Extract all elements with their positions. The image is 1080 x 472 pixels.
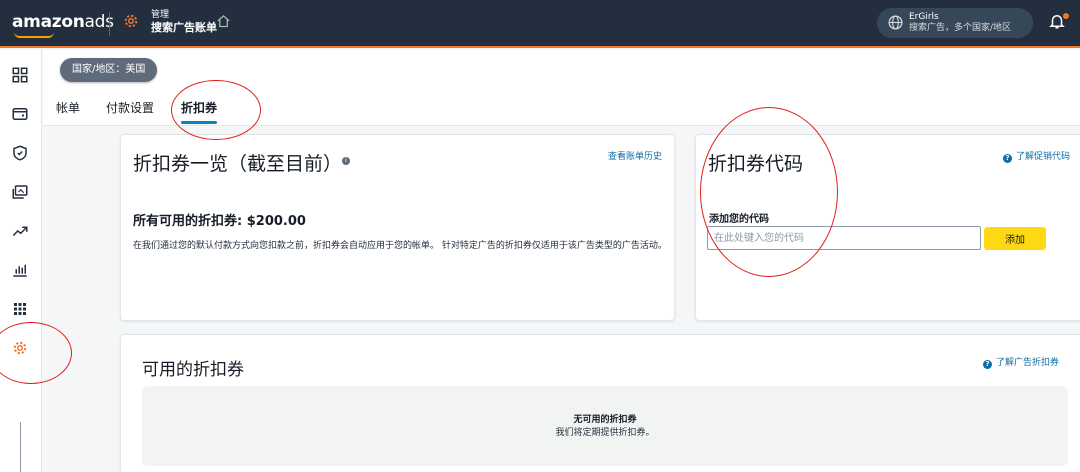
account-switcher[interactable]: ErGirls 搜索广告，多个国家/地区 — [877, 8, 1033, 38]
top-bar: amazonads 管理 搜索广告账单 ErGirls 搜索广告，多个国家/地区 — [0, 0, 1080, 48]
shield-icon[interactable] — [11, 144, 29, 162]
add-code-button[interactable]: 添加 — [984, 227, 1046, 250]
empty-state-title: 无可用的折扣券 — [573, 415, 637, 425]
empty-state-message: 我们将定期提供折扣券。 — [555, 428, 655, 438]
coupon-code-input[interactable] — [707, 226, 981, 250]
wallet-icon[interactable] — [11, 105, 29, 123]
settings-gear-icon[interactable] — [11, 339, 29, 357]
region-selector[interactable]: 国家/地区：美国 — [60, 58, 158, 82]
trend-icon[interactable] — [11, 222, 29, 240]
code-title: 折扣券代码 — [708, 153, 804, 175]
home-icon[interactable] — [216, 14, 231, 29]
topbar-divider — [109, 12, 110, 36]
logo-smile — [14, 32, 54, 38]
dashboard-icon[interactable] — [11, 66, 29, 84]
empty-state: 无可用的折扣券 我们将定期提供折扣券。 — [142, 386, 1068, 466]
breadcrumb: 管理 搜索广告账单 — [151, 10, 217, 35]
tab-coupons[interactable]: 折扣券 — [181, 99, 217, 116]
sub-header: 国家/地区：美国 帐单 付款设置 折扣券 — [43, 50, 1080, 126]
info-icon[interactable]: i — [342, 157, 350, 165]
available-coupons-card: 可用的折扣券 ? 了解广告折扣券 无可用的折扣券 我们将定期提供折扣券。 — [120, 334, 1080, 472]
available-title: 可用的折扣券 — [142, 360, 244, 380]
bar-chart-icon[interactable] — [11, 261, 29, 279]
tab-payment-settings[interactable]: 付款设置 — [106, 99, 154, 116]
coupon-code-card: 折扣券代码 ? 了解促销代码 添加您的代码 添加 — [695, 134, 1080, 321]
help-icon: ? — [983, 360, 992, 369]
breadcrumb-section: 管理 — [151, 10, 170, 20]
side-nav — [0, 50, 42, 472]
media-icon[interactable] — [11, 183, 29, 201]
notification-dot — [1063, 13, 1069, 19]
learn-ad-coupons-text: 了解广告折扣券 — [996, 358, 1060, 368]
nav-line — [20, 422, 21, 472]
summary-title: 折扣券一览（截至目前） — [133, 153, 343, 175]
logo-amazon: amazon — [12, 12, 85, 32]
coupon-description: 在我们通过您的默认付款方式向您扣款之前，折扣券会自动应用于您的帐单。 针对特定广… — [133, 241, 667, 251]
learn-promo-code-text: 了解促销代码 — [1016, 152, 1071, 162]
billing-history-link[interactable]: 查看账单历史 — [608, 149, 662, 162]
available-coupons-total: 所有可用的折扣券: $200.00 — [133, 214, 306, 229]
add-code-label: 添加您的代码 — [709, 214, 769, 225]
tab-billing[interactable]: 帐单 — [56, 99, 80, 116]
coupon-summary-card: 折扣券一览（截至目前） i 查看账单历史 所有可用的折扣券: $200.00 在… — [120, 134, 675, 321]
account-name: ErGirls — [909, 12, 939, 22]
globe-icon — [888, 15, 903, 30]
active-tab-indicator — [181, 121, 217, 124]
breadcrumb-page: 搜索广告账单 — [151, 21, 217, 34]
settings-gear-icon — [124, 14, 138, 28]
account-scope: 搜索广告，多个国家/地区 — [909, 23, 1012, 33]
apps-grid-icon[interactable] — [11, 300, 29, 318]
learn-promo-code-link[interactable]: ? 了解促销代码 — [1003, 149, 1070, 163]
help-icon: ? — [1003, 154, 1012, 163]
learn-ad-coupons-link[interactable]: ? 了解广告折扣券 — [983, 355, 1059, 369]
amazon-ads-logo[interactable]: amazonads — [12, 12, 114, 38]
